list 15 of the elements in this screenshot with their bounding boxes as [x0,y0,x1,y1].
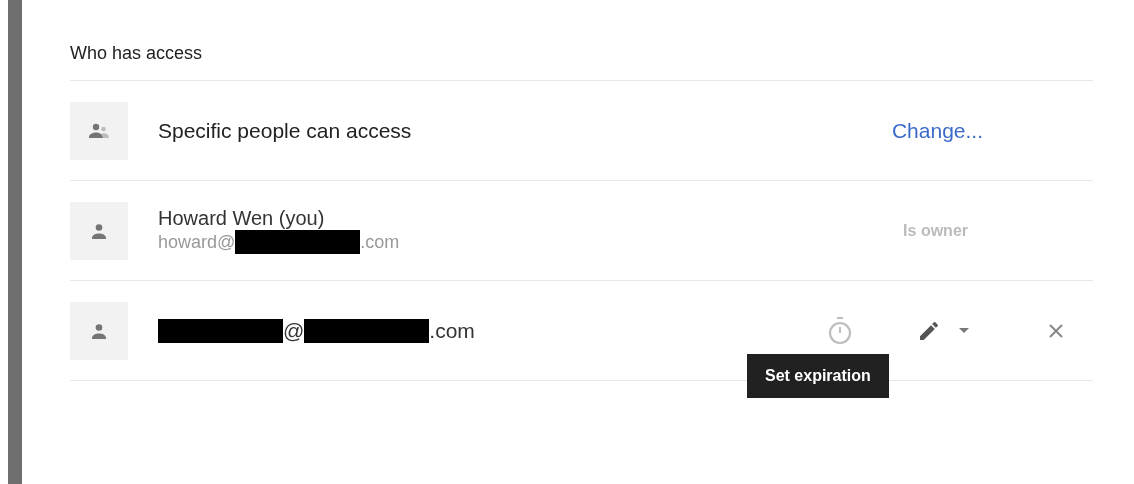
people-icon [70,101,128,160]
email-text: @ [283,318,305,343]
remove-icon[interactable] [1049,323,1063,338]
email-text: .com [360,231,400,253]
tooltip: Set expiration [747,353,889,398]
email-text: .com [429,318,475,343]
change-link[interactable]: Change... [891,118,983,143]
section-heading: Who has access [70,0,1093,81]
role-label: Is owner [903,221,968,240]
person-name: Howard Wen (you) [158,207,326,230]
caret-icon[interactable] [959,327,969,334]
person-icon [70,301,128,360]
person-icon [70,201,128,260]
email-text: howard@ [158,231,236,253]
access-label: Specific people can access [158,118,413,143]
